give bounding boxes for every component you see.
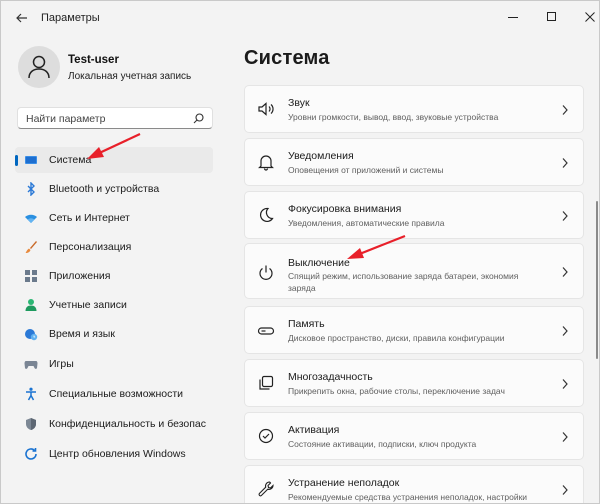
sidebar-item-apps[interactable]: Приложения: [15, 263, 213, 289]
user-name: Test-user: [68, 54, 119, 66]
sidebar-item-label: Приложения: [49, 270, 111, 282]
chevron-right-icon: [562, 326, 568, 336]
sidebar-item-label: Специальные возможности: [49, 388, 184, 400]
card-description: Уведомления, автоматические правила: [288, 218, 445, 228]
sidebar-item-label: Время и язык: [49, 328, 115, 340]
close-button[interactable]: [576, 5, 599, 29]
card-description: Уровни громкости, вывод, ввод, звуковые …: [288, 112, 499, 122]
gamepad-icon: [24, 361, 38, 369]
update-icon: [25, 448, 37, 460]
sidebar-item-system[interactable]: Система: [15, 147, 213, 173]
card-sound[interactable]: Звук Уровни громкости, вывод, ввод, звук…: [244, 85, 584, 133]
back-button[interactable]: [13, 9, 31, 27]
card-title: Фокусировка внимания: [288, 203, 402, 215]
wrench-icon: [258, 481, 274, 497]
card-multitasking[interactable]: Многозадачность Прикрепить окна, рабочие…: [244, 359, 584, 407]
bluetooth-icon: [27, 182, 35, 196]
sidebar-item-label: Bluetooth и устройства: [49, 183, 160, 195]
window-title: Параметры: [41, 12, 100, 24]
sidebar-item-label: Персонализация: [49, 241, 132, 253]
maximize-icon: [547, 12, 556, 21]
card-title: Уведомления: [288, 150, 354, 162]
chevron-right-icon: [562, 105, 568, 115]
user-icon: [28, 55, 50, 79]
sidebar-item-label: Система: [49, 154, 92, 166]
brush-icon: [25, 241, 37, 253]
chevron-right-icon: [562, 379, 568, 389]
search-input[interactable]: Найти параметр: [17, 107, 213, 129]
sidebar-item-personalization[interactable]: Персонализация: [15, 234, 213, 260]
person-icon: [25, 299, 37, 311]
sidebar-item-privacy[interactable]: Конфиденциальность и безопас: [15, 411, 213, 437]
minimize-button[interactable]: [499, 5, 527, 29]
chevron-right-icon: [562, 267, 568, 277]
scrollbar[interactable]: [596, 201, 598, 359]
card-title: Звук: [288, 97, 310, 109]
maximize-button[interactable]: [538, 5, 566, 29]
search-placeholder: Найти параметр: [26, 113, 106, 125]
card-power[interactable]: Выключение Спящий режим, использование з…: [244, 243, 584, 299]
chevron-right-icon: [562, 211, 568, 221]
chevron-right-icon: [562, 158, 568, 168]
sidebar-item-accounts[interactable]: Учетные записи: [15, 292, 213, 318]
account-type: Локальная учетная запись: [68, 71, 192, 82]
card-focus-assist[interactable]: Фокусировка внимания Уведомления, автома…: [244, 191, 584, 239]
card-description: Оповещения от приложений и системы: [288, 165, 444, 175]
card-activation[interactable]: Активация Состояние активации, подписки,…: [244, 412, 584, 460]
shield-icon: [26, 418, 36, 430]
sidebar-item-bluetooth[interactable]: Bluetooth и устройства: [15, 176, 213, 202]
sidebar-item-label: Игры: [49, 358, 74, 370]
card-title: Память: [288, 318, 325, 330]
minimize-icon: [508, 17, 518, 18]
apps-icon: [25, 270, 37, 282]
search-icon: [193, 113, 204, 124]
wifi-icon: [25, 214, 37, 223]
card-description: Спящий режим, использование заряда батар…: [288, 271, 519, 293]
multitask-icon: [259, 375, 274, 390]
card-notifications[interactable]: Уведомления Оповещения от приложений и с…: [244, 138, 584, 186]
chevron-right-icon: [562, 432, 568, 442]
globe-clock-icon: [25, 329, 38, 341]
sidebar-item-label: Учетные записи: [49, 299, 127, 311]
display-icon: [25, 156, 37, 164]
card-title: Выключение: [288, 257, 350, 269]
selection-indicator: [15, 155, 18, 166]
bell-icon: [258, 155, 274, 171]
sidebar-item-label: Конфиденциальность и безопас: [49, 418, 207, 430]
card-title: Устранение неполадок: [288, 477, 400, 489]
sidebar-item-label: Сеть и Интернет: [49, 212, 130, 224]
card-troubleshoot[interactable]: Устранение неполадок Рекомендуемые средс…: [244, 465, 584, 503]
card-title: Многозадачность: [288, 371, 373, 383]
arrow-left-icon: [16, 13, 27, 23]
sidebar-item-windows-update[interactable]: Центр обновления Windows: [15, 441, 213, 467]
card-description: Рекомендуемые средства устранения непола…: [288, 492, 528, 502]
sidebar-item-accessibility[interactable]: Специальные возможности: [15, 381, 213, 407]
sidebar-item-time-language[interactable]: Время и язык: [15, 321, 213, 347]
check-circle-icon: [258, 428, 274, 444]
power-icon: [259, 265, 273, 280]
storage-icon: [257, 327, 275, 335]
page-title: Система: [244, 47, 330, 69]
card-storage[interactable]: Память Дисковое пространство, диски, пра…: [244, 306, 584, 354]
moon-icon: [260, 207, 274, 223]
accessibility-icon: [26, 387, 36, 401]
sidebar-item-network[interactable]: Сеть и Интернет: [15, 205, 213, 231]
avatar[interactable]: [18, 46, 60, 88]
settings-window: Параметры Test-user Локальная учетная за…: [0, 0, 600, 504]
title-bar: Параметры: [1, 1, 599, 35]
close-icon: [585, 12, 595, 22]
sidebar-item-label: Центр обновления Windows: [49, 448, 186, 460]
speaker-icon: [258, 102, 274, 116]
card-description: Дисковое пространство, диски, правила ко…: [288, 333, 505, 343]
sidebar-item-gaming[interactable]: Игры: [15, 351, 213, 377]
card-description: Состояние активации, подписки, ключ прод…: [288, 439, 477, 449]
card-description: Прикрепить окна, рабочие столы, переключ…: [288, 386, 505, 396]
chevron-right-icon: [562, 485, 568, 495]
card-title: Активация: [288, 424, 340, 436]
